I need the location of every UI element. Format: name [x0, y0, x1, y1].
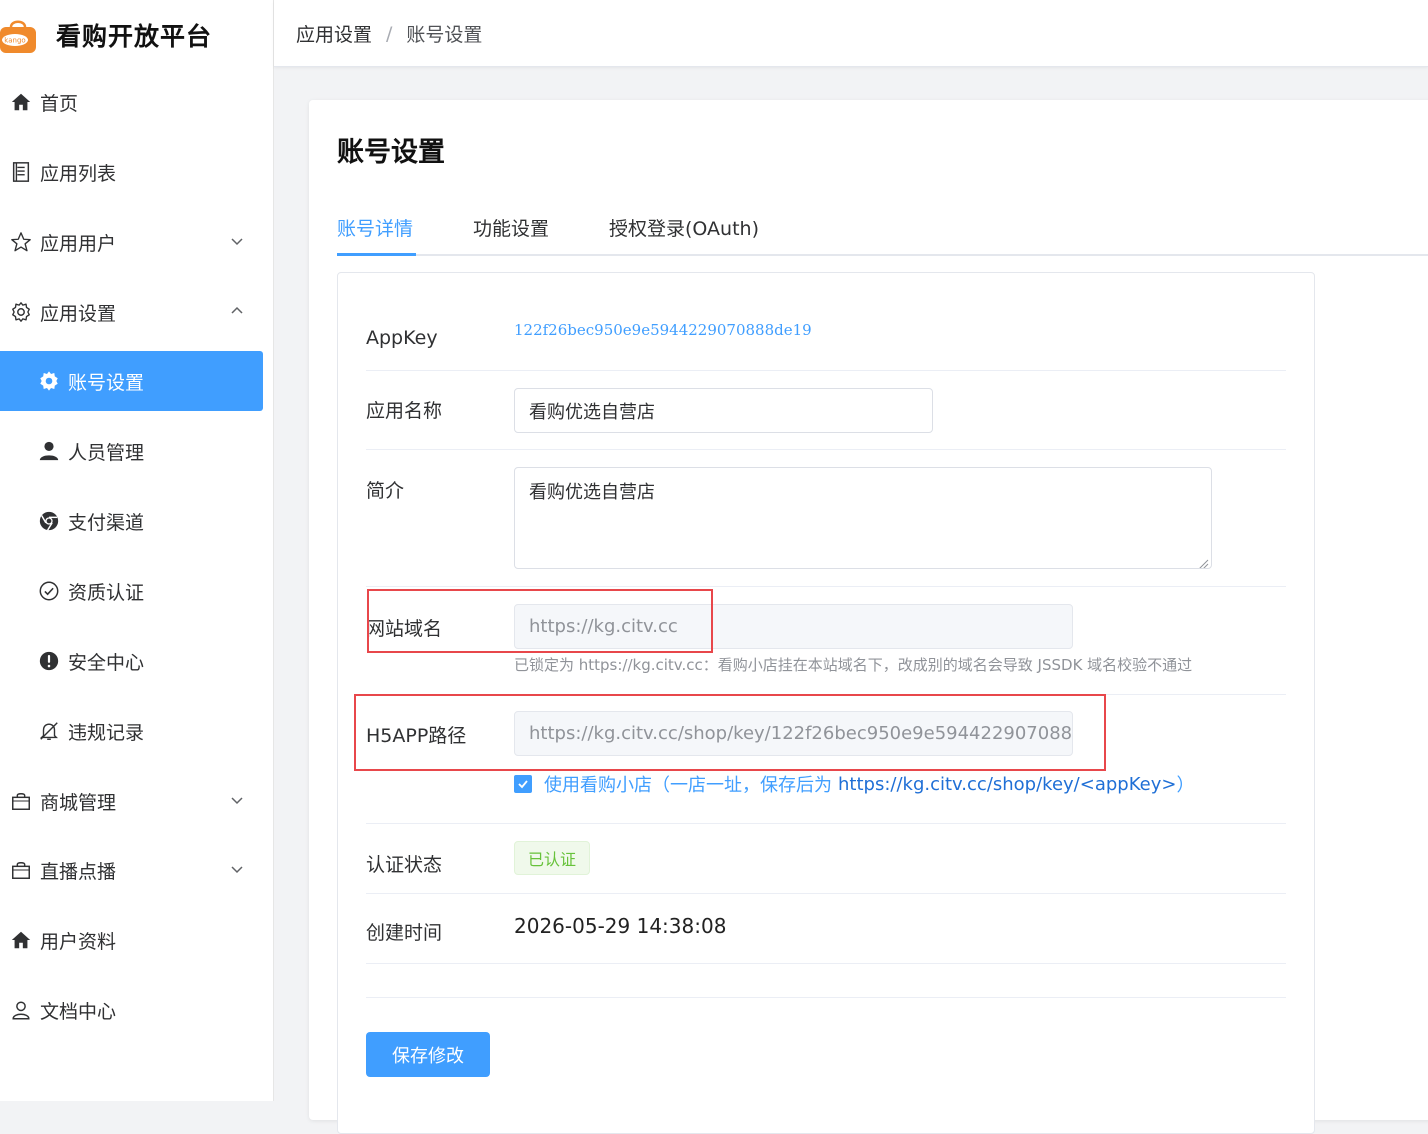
use-kango-shop-checkbox-line[interactable]: 使用看购小店（一店一址，保存后为 https://kg.citv.cc/shop… [514, 771, 1194, 797]
form-row-intro: 简介 看购优选自营店 [366, 449, 1286, 587]
bag-icon [9, 858, 33, 882]
sidebar-item-label: 首页 [40, 92, 79, 115]
active-tab-indicator [337, 253, 416, 256]
tab-feature-settings[interactable]: 功能设置 [473, 214, 549, 241]
appkey-value: 122f26bec950e9e5944229070888de19 [514, 321, 812, 339]
star-icon [9, 230, 33, 254]
chevron-down-icon [228, 232, 246, 250]
checkbox-label: 使用看购小店（一店一址，保存后为 [544, 775, 832, 796]
sidebar-item-label: 违规记录 [68, 721, 145, 744]
bag-icon [9, 789, 33, 813]
sidebar: kango 看购开放平台 首页 应用列表 应用用户 应用设置 账号设置 人员管理… [0, 0, 274, 1101]
sidebar-item-home[interactable]: 首页 [9, 72, 264, 132]
page-title: 账号设置 [337, 137, 445, 168]
form-row-app-name: 应用名称 看购优选自营店 [366, 370, 1286, 450]
sidebar-item-label: 安全中心 [68, 651, 145, 674]
sidebar-item-label: 账号设置 [68, 371, 145, 394]
sidebar-item-qualification[interactable]: 资质认证 [37, 561, 264, 621]
tab-bar: 账号详情 功能设置 授权登录(OAuth) [337, 208, 1428, 256]
person-icon [9, 998, 33, 1022]
form-row-h5-path: H5APP路径 https://kg.citv.cc/shop/key/122f… [366, 694, 1286, 824]
sidebar-item-violations[interactable]: 违规记录 [37, 701, 264, 761]
kango-logo: kango [0, 15, 38, 55]
sidebar-item-account-settings[interactable]: 账号设置 [0, 351, 263, 411]
breadcrumb-parent[interactable]: 应用设置 [296, 20, 372, 47]
sidebar-item-staff[interactable]: 人员管理 [37, 421, 264, 481]
status-badge: 已认证 [514, 841, 591, 875]
sidebar-item-profile[interactable]: 用户资料 [9, 910, 264, 970]
sidebar-item-label: 资质认证 [68, 581, 145, 604]
form-row-domain: 网站域名 https://kg.citv.cc 已锁定为 https://kg.… [366, 586, 1286, 695]
resize-handle-icon[interactable] [1197, 554, 1209, 568]
svg-text:kango: kango [4, 37, 25, 45]
save-button[interactable]: 保存修改 [366, 1032, 490, 1077]
tab-account-details[interactable]: 账号详情 [337, 214, 413, 241]
sidebar-item-label: 支付渠道 [68, 511, 145, 534]
check-circle-icon [37, 579, 61, 603]
chrome-icon [37, 509, 61, 533]
account-form: AppKey 122f26bec950e9e5944229070888de19 … [337, 272, 1315, 1134]
domain-label: 网站域名 [366, 618, 443, 640]
form-row-created-at: 创建时间 2026-05-29 14:38:08 [366, 893, 1286, 964]
sidebar-item-label: 文档中心 [40, 1000, 117, 1023]
sidebar-item-live[interactable]: 直播点播 [9, 840, 264, 900]
checkbox-label-close: ） [1176, 775, 1195, 796]
sidebar-item-docs[interactable]: 文档中心 [9, 980, 264, 1040]
sidebar-item-security[interactable]: 安全中心 [37, 631, 264, 691]
top-bar: 应用设置 / 账号设置 [274, 0, 1428, 67]
app-name-label: 应用名称 [366, 400, 443, 422]
sidebar-item-label: 应用设置 [40, 302, 117, 325]
app-name-input[interactable]: 看购优选自营店 [514, 388, 933, 433]
domain-hint: 已锁定为 https://kg.citv.cc：看购小店挂在本站域名下，改成别的… [514, 656, 1193, 674]
intro-textarea[interactable]: 看购优选自营店 [514, 467, 1212, 569]
sidebar-item-app-settings[interactable]: 应用设置 [9, 282, 264, 342]
created-at-value: 2026-05-29 14:38:08 [514, 914, 727, 938]
main-card: 账号设置 账号详情 功能设置 授权登录(OAuth) AppKey 122f26… [309, 100, 1428, 1134]
created-at-label: 创建时间 [366, 922, 443, 944]
user-icon [37, 439, 61, 463]
form-divider [366, 963, 1286, 998]
verify-status-label: 认证状态 [366, 854, 443, 876]
h5-path-label: H5APP路径 [366, 725, 467, 747]
app-name-value: 看购优选自营店 [529, 401, 655, 423]
settings-icon [37, 369, 61, 393]
form-row-verify-status: 认证状态 已认证 [366, 823, 1286, 894]
home-icon [9, 928, 33, 952]
sidebar-item-label: 直播点播 [40, 860, 117, 883]
breadcrumb-separator: / [386, 22, 393, 45]
tab-oauth[interactable]: 授权登录(OAuth) [609, 214, 759, 241]
sidebar-item-mall[interactable]: 商城管理 [9, 771, 264, 831]
gear-icon [9, 300, 33, 324]
sidebar-item-label: 应用列表 [40, 162, 117, 185]
bell-off-icon [37, 719, 61, 743]
sidebar-item-payment[interactable]: 支付渠道 [37, 491, 264, 551]
sidebar-item-app-users[interactable]: 应用用户 [9, 212, 264, 272]
list-icon [9, 160, 33, 184]
form-row-appkey: AppKey 122f26bec950e9e5944229070888de19 [366, 273, 1286, 371]
sidebar-item-label: 人员管理 [68, 441, 145, 464]
home-icon [9, 90, 33, 114]
brand[interactable]: kango 看购开放平台 [0, 10, 212, 60]
sidebar-item-label: 商城管理 [40, 791, 117, 814]
use-kango-shop-checkbox[interactable] [514, 775, 532, 793]
breadcrumb-current: 账号设置 [406, 24, 483, 46]
appkey-label: AppKey [366, 327, 438, 349]
chevron-down-icon [228, 791, 246, 809]
h5-path-value: https://kg.citv.cc/shop/key/122f26bec950… [529, 723, 1073, 744]
intro-value: 看购优选自营店 [529, 482, 655, 503]
checkmark-icon [518, 780, 528, 789]
app-title: 看购开放平台 [56, 22, 213, 51]
intro-label: 简介 [366, 480, 405, 502]
h5-path-input[interactable]: https://kg.citv.cc/shop/key/122f26bec950… [514, 711, 1073, 756]
sidebar-item-app-list[interactable]: 应用列表 [9, 142, 264, 202]
domain-input[interactable]: https://kg.citv.cc [514, 604, 1073, 649]
sidebar-item-label: 应用用户 [40, 232, 117, 255]
warning-icon [37, 649, 61, 673]
chevron-up-icon [228, 302, 246, 320]
breadcrumb: 应用设置 / 账号设置 [296, 20, 482, 47]
checkbox-url: https://kg.citv.cc/shop/key/<appKey> [838, 773, 1177, 795]
domain-value: https://kg.citv.cc [529, 616, 678, 637]
chevron-down-icon [228, 860, 246, 878]
sidebar-item-label: 用户资料 [40, 930, 117, 953]
